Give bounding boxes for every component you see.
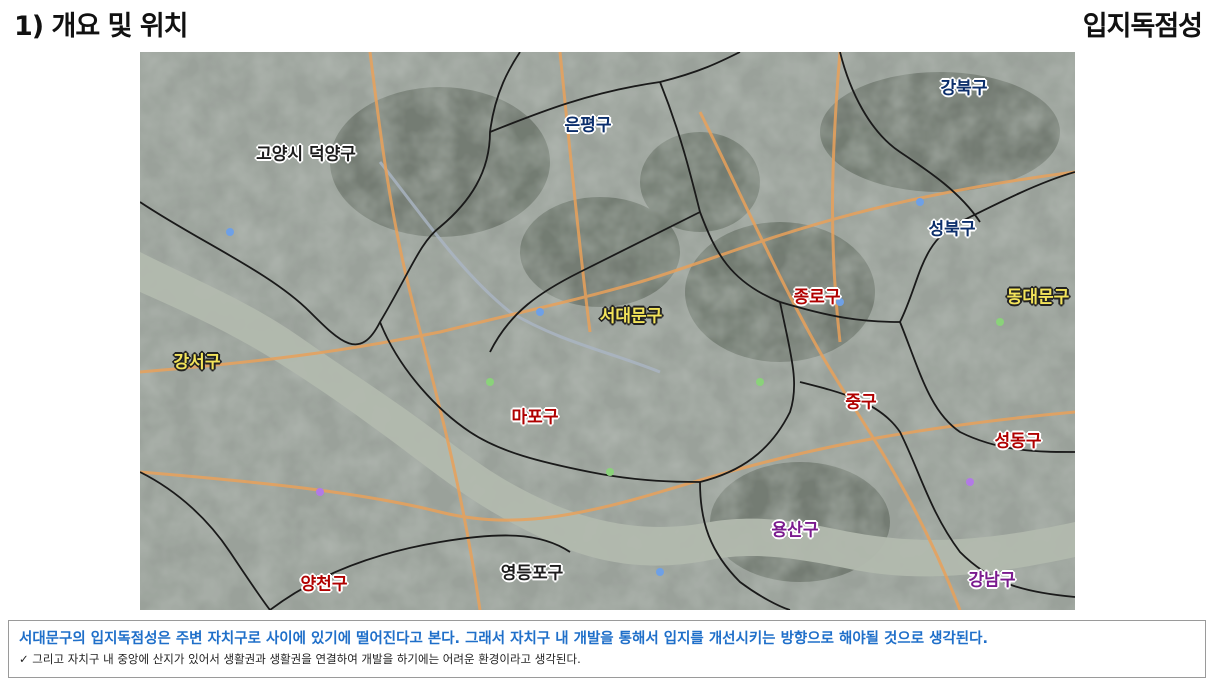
section-title: 입지독점성 (1082, 11, 1203, 42)
district-label-goyang: 고양시 덕양구 (256, 144, 356, 165)
summary-sub-row: ✓ 그리고 자치구 내 중앙에 산지가 있어서 생활권과 생활권을 연결하여 개… (19, 651, 1195, 667)
district-label-junggu: 중구 (845, 392, 877, 413)
district-label-gangseo: 강서구 (173, 352, 221, 373)
district-label-eunpyeong: 은평구 (564, 115, 612, 136)
summary-sub-text: 그리고 자치구 내 중앙에 산지가 있어서 생활권과 생활권을 연결하여 개발을… (32, 652, 581, 666)
summary-box: 서대문구의 입지독점성은 주변 자치구로 사이에 있기에 떨어진다고 본다. 그… (8, 620, 1206, 678)
district-label-jongno: 종로구 (793, 287, 841, 308)
district-label-gangbuk: 강북구 (940, 78, 988, 99)
checkmark-icon: ✓ (19, 652, 29, 666)
page-title: 1) 개요 및 위치 (14, 11, 189, 42)
district-label-yongsan: 용산구 (771, 520, 819, 541)
district-label-seongbuk: 성북구 (928, 219, 976, 240)
district-label-mapo: 마포구 (511, 407, 559, 428)
map-image (140, 52, 1075, 610)
district-label-yeongdeungpo: 영등포구 (500, 563, 564, 584)
summary-main-text: 서대문구의 입지독점성은 주변 자치구로 사이에 있기에 떨어진다고 본다. 그… (19, 631, 988, 647)
district-label-yangcheon: 양천구 (300, 574, 348, 595)
district-label-gangnam: 강남구 (968, 570, 1016, 591)
district-label-seodaemun: 서대문구 (599, 306, 663, 327)
district-label-seongdong: 성동구 (994, 431, 1042, 452)
district-map[interactable]: 강북구 은평구 고양시 덕양구 성북구 종로구 동대문구 서대문구 강서구 마포… (140, 52, 1075, 610)
district-label-dongdaemun: 동대문구 (1006, 287, 1070, 308)
